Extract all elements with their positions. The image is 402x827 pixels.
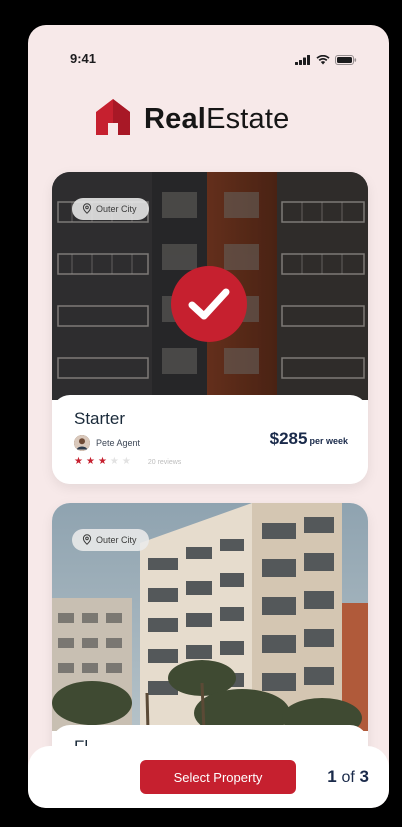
property-photo: Outer City (52, 503, 368, 731)
agent-name: Pete Agent (96, 438, 141, 448)
location-pin-icon (82, 202, 92, 216)
brand-name-bold: Real (144, 103, 207, 135)
price-amount: $285 (269, 429, 308, 448)
star-icon: ★ (85, 456, 95, 467)
location-label: Outer City (96, 535, 137, 545)
brand-logo: RealEstate (96, 99, 289, 140)
page-total: 3 (359, 767, 369, 786)
location-pin-icon (82, 533, 92, 547)
bottom-action-bar: Select Property 1 of 3 (28, 746, 389, 808)
price-unit: per week (309, 436, 348, 446)
brand-name: RealEstate (144, 103, 289, 136)
property-price: $285 per week (270, 429, 348, 449)
star-icon: ★ (97, 456, 107, 467)
page-current: 1 (327, 767, 337, 786)
star-icon: ★ (109, 456, 119, 467)
selected-check-icon (171, 266, 247, 342)
property-card[interactable]: Outer City Starter Pete Agent ★ ★ ★ ★ ★ … (52, 172, 368, 484)
rating-stars: ★ ★ ★ ★ ★ 20 reviews (74, 457, 346, 467)
location-chip: Outer City (72, 198, 149, 220)
property-info: Starter Pete Agent ★ ★ ★ ★ ★ 20 reviews … (52, 395, 368, 484)
location-chip: Outer City (72, 529, 149, 551)
battery-icon (335, 52, 357, 70)
star-icon: ★ (121, 456, 131, 467)
location-label: Outer City (96, 204, 137, 214)
phone-screen: 9:41 RealEstate Outer City Starter Pete … (28, 25, 389, 808)
star-icon: ★ (74, 456, 83, 467)
review-count: 20 reviews (147, 458, 182, 466)
status-icons (295, 52, 357, 70)
house-icon (96, 99, 130, 140)
brand-name-rest: Estate (206, 103, 290, 135)
page-of: of (341, 769, 355, 786)
property-title: Starter (74, 409, 126, 428)
status-bar: 9:41 (28, 25, 389, 85)
wifi-icon (316, 52, 330, 70)
status-time: 9:41 (70, 51, 97, 66)
property-photo: Outer City (52, 172, 368, 400)
page-indicator: 1 of 3 (327, 767, 369, 787)
select-property-button[interactable]: Select Property (140, 760, 296, 794)
signal-icon (295, 52, 311, 70)
avatar (74, 435, 90, 451)
